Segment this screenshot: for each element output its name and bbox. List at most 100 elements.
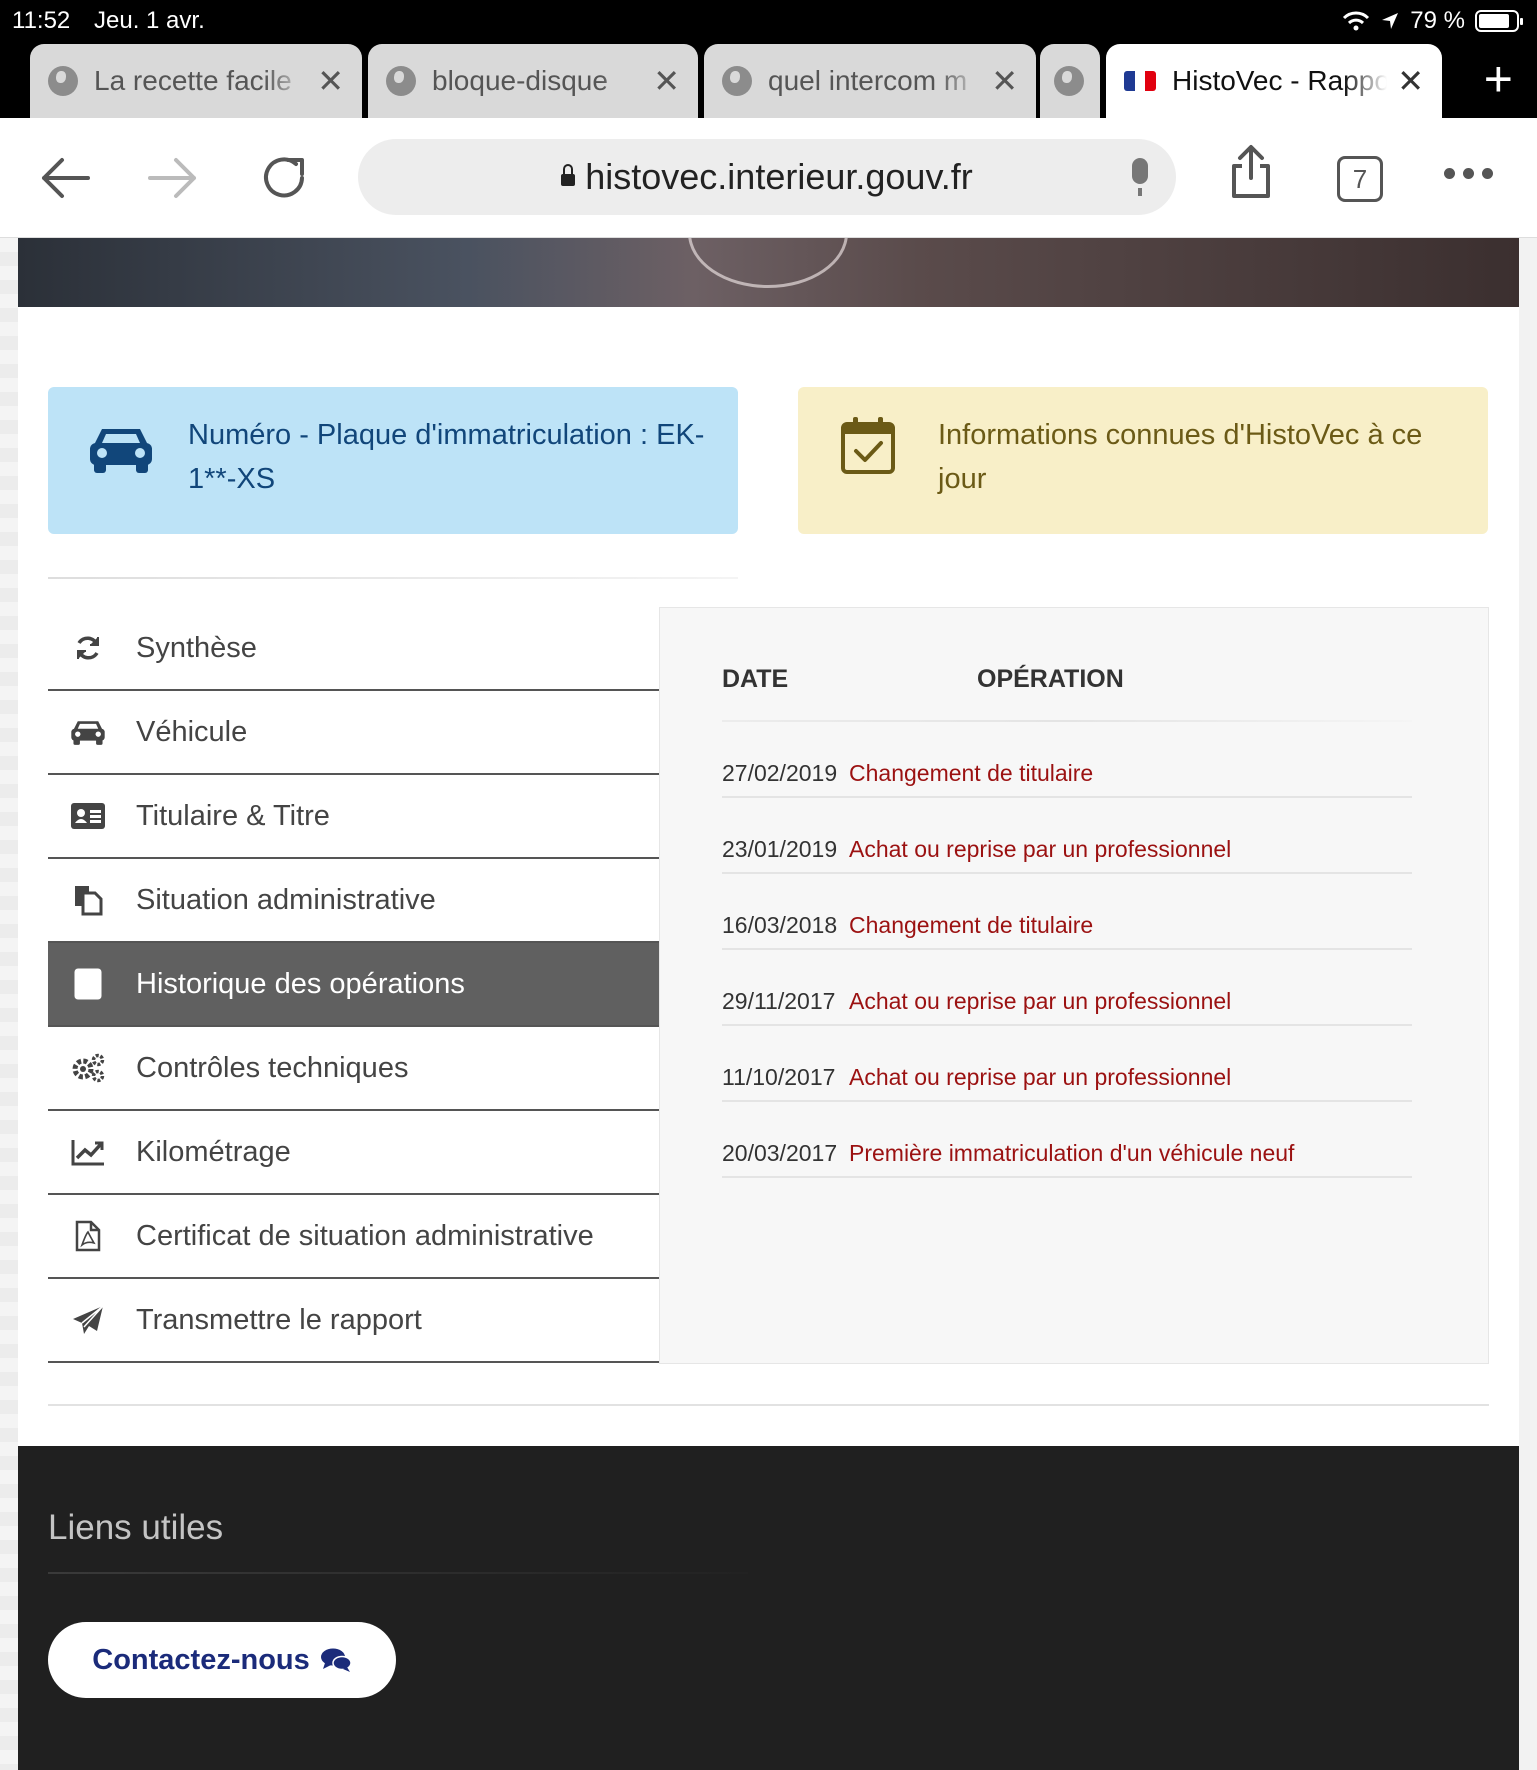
row-operation: Achat ou reprise par un professionnel: [849, 1064, 1232, 1090]
nav-item-controles[interactable]: Contrôles techniques: [48, 1027, 659, 1111]
gears-icon: [72, 1053, 105, 1083]
globe-icon: [386, 66, 416, 96]
nav-item-transmettre[interactable]: Transmettre le rapport: [48, 1279, 659, 1363]
calculator-icon: [74, 968, 102, 1000]
wifi-icon: [1343, 11, 1370, 31]
tab-bar: La recette facile ✕ bloque-disque ✕ quel…: [0, 40, 1537, 118]
browser-toolbar: histovec.interieur.gouv.fr 7: [0, 118, 1537, 238]
nav-label: Titulaire & Titre: [136, 799, 330, 832]
scrollbar[interactable]: [1519, 238, 1537, 1770]
location-arrow-icon: [1382, 13, 1399, 29]
url-bar[interactable]: histovec.interieur.gouv.fr: [358, 139, 1176, 215]
column-header-operation: OPÉRATION: [977, 665, 1124, 693]
new-tab-icon[interactable]: +: [1484, 50, 1513, 108]
divider: [48, 577, 738, 579]
battery-icon: [1475, 10, 1523, 32]
car-icon: [90, 429, 152, 473]
paper-plane-icon: [73, 1305, 104, 1334]
table-row: 27/02/2019 Changement de titulaire: [722, 722, 1412, 798]
nav-item-certificat[interactable]: Certificat de situation administrative: [48, 1195, 659, 1279]
row-date: 16/03/2018: [722, 912, 838, 938]
globe-icon: [1054, 66, 1084, 96]
row-operation: Achat ou reprise par un professionnel: [849, 988, 1232, 1014]
nav-item-synthese[interactable]: Synthèse: [48, 607, 659, 691]
row-operation: Achat ou reprise par un professionnel: [849, 836, 1232, 862]
nav-label: Transmettre le rapport: [136, 1303, 422, 1336]
lock-icon: [561, 164, 576, 186]
reload-icon[interactable]: [258, 152, 310, 204]
nav-item-historique[interactable]: Historique des opérations: [48, 943, 659, 1027]
tab-title: quel intercom m: [768, 65, 968, 96]
row-date: 20/03/2017: [722, 1140, 838, 1166]
nav-item-vehicule[interactable]: Véhicule: [48, 691, 659, 775]
globe-icon: [722, 66, 752, 96]
nav-label: Situation administrative: [136, 883, 436, 916]
history-panel: DATE OPÉRATION 27/02/2019 Changement de …: [659, 607, 1489, 1364]
table-row: 16/03/2018 Changement de titulaire: [722, 874, 1412, 950]
forward-arrow-icon[interactable]: [146, 156, 200, 200]
contact-button[interactable]: Contactez-nous: [48, 1622, 396, 1698]
row-operation: Changement de titulaire: [849, 912, 1094, 938]
stacked-tabs[interactable]: [1040, 44, 1100, 118]
row-date: 27/02/2019: [722, 760, 838, 786]
status-indicators: 79 %: [1342, 7, 1523, 35]
footer: Liens utiles Contactez-nous: [18, 1446, 1519, 1770]
tab-title: bloque-disque: [432, 65, 608, 96]
close-tab-icon[interactable]: ✕: [991, 62, 1018, 100]
tab-count-button[interactable]: 7: [1337, 156, 1383, 202]
calendar-check-icon: [841, 417, 895, 474]
browser-tab[interactable]: quel intercom m ✕: [704, 44, 1036, 118]
table-row: 11/10/2017 Achat ou reprise par un profe…: [722, 1026, 1412, 1102]
table-row: 20/03/2017 Première immatriculation d'un…: [722, 1102, 1412, 1178]
microphone-icon[interactable]: [1132, 158, 1148, 196]
nav-item-situation[interactable]: Situation administrative: [48, 859, 659, 943]
status-time: 11:52: [12, 7, 71, 34]
page-gutter: [0, 238, 18, 1770]
row-date: 11/10/2017: [722, 1064, 836, 1090]
table-row: 23/01/2019 Achat ou reprise par un profe…: [722, 798, 1412, 874]
tab-title: HistoVec - Rapport: [1172, 65, 1388, 96]
status-date: Jeu. 1 avr.: [94, 7, 205, 34]
close-tab-icon[interactable]: ✕: [1397, 62, 1424, 100]
report-nav: Synthèse Véhicule Titulaire & Titre Situ…: [48, 607, 659, 1363]
refresh-icon: [77, 636, 99, 660]
nav-label: Véhicule: [136, 715, 248, 748]
browser-tab[interactable]: La recette facile ✕: [30, 44, 362, 118]
id-card-icon: [71, 803, 105, 829]
pdf-file-icon: [75, 1220, 101, 1252]
back-arrow-icon[interactable]: [38, 156, 92, 200]
battery-percent: 79 %: [1410, 7, 1465, 34]
close-tab-icon[interactable]: ✕: [317, 62, 344, 100]
row-date: 23/01/2019: [722, 836, 838, 862]
hero-banner: [18, 238, 1519, 307]
tab-title: La recette facile: [94, 65, 292, 96]
share-icon[interactable]: [1228, 144, 1274, 200]
plate-label: Numéro - Plaque d'immatriculation : EK-1…: [188, 419, 705, 495]
contact-label: Contactez-nous: [92, 1643, 310, 1676]
page-content: Numéro - Plaque d'immatriculation : EK-1…: [18, 238, 1519, 1770]
row-date: 29/11/2017: [722, 988, 836, 1014]
documents-icon: [75, 886, 103, 916]
info-card: Informations connues d'HistoVec à ce jou…: [798, 387, 1488, 534]
status-bar: 11:52 Jeu. 1 avr. 79 %: [0, 0, 1537, 40]
close-tab-icon[interactable]: ✕: [653, 62, 680, 100]
nav-label: Certificat de situation administrative: [136, 1219, 594, 1252]
plate-card: Numéro - Plaque d'immatriculation : EK-1…: [48, 387, 738, 534]
car-icon: [71, 721, 105, 745]
nav-item-kilometrage[interactable]: Kilométrage: [48, 1111, 659, 1195]
url-text: histovec.interieur.gouv.fr: [585, 156, 973, 197]
globe-icon: [48, 66, 78, 96]
browser-tab-active[interactable]: HistoVec - Rapport ✕: [1106, 44, 1442, 118]
row-operation: Changement de titulaire: [849, 760, 1094, 786]
browser-tab[interactable]: bloque-disque ✕: [368, 44, 698, 118]
footer-divider: [48, 1572, 748, 1574]
nav-label: Contrôles techniques: [136, 1051, 409, 1084]
table-row: 29/11/2017 Achat ou reprise par un profe…: [722, 950, 1412, 1026]
nav-label: Kilométrage: [136, 1135, 291, 1168]
nav-label: Historique des opérations: [136, 967, 465, 1000]
more-menu-icon[interactable]: [1444, 168, 1493, 179]
comments-icon: [320, 1648, 352, 1672]
nav-item-titulaire[interactable]: Titulaire & Titre: [48, 775, 659, 859]
divider: [48, 1404, 1489, 1406]
nav-label: Synthèse: [136, 631, 257, 664]
